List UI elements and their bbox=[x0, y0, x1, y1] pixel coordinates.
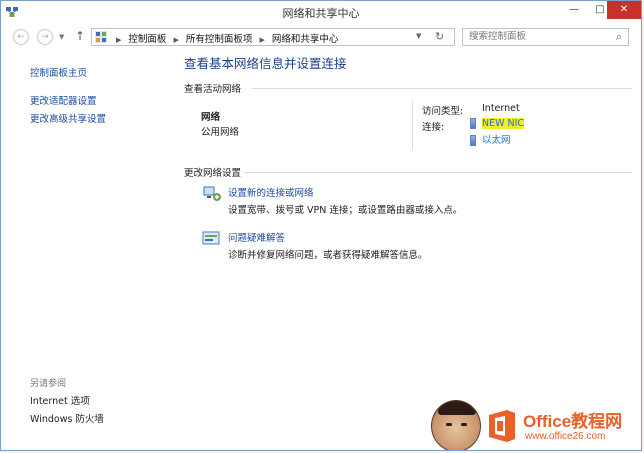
access-type-value: Internet bbox=[482, 103, 520, 114]
address-bar: ← → ▼ ↑ ▶ 控制面板 ▶ 所有控制面板项 ▶ 网络和共享中心 ▼ ↻ 搜… bbox=[1, 25, 641, 49]
avatar bbox=[431, 400, 481, 450]
watermark-title: Office教程网 bbox=[523, 412, 623, 431]
access-type-label: 访问类型: bbox=[422, 106, 464, 117]
chevron-down-icon: ▼ bbox=[59, 33, 65, 41]
setup-connection-link[interactable]: 设置新的连接或网络 bbox=[228, 185, 314, 199]
window-title: 网络和共享中心 bbox=[282, 7, 360, 20]
forward-button[interactable]: → bbox=[37, 29, 53, 45]
search-box: ⌕ bbox=[462, 28, 629, 46]
watermark-url: www.office26.com bbox=[525, 431, 606, 442]
watermark: Office教程网 www.office26.com bbox=[431, 399, 641, 450]
chevron-right-icon: ▶ bbox=[116, 36, 122, 44]
troubleshoot-desc: 诊断并修复网络问题，或者获得疑难解答信息。 bbox=[228, 250, 428, 261]
window: 网络和共享中心 — □ ✕ ← → ▼ ↑ ▶ 控制面板 ▶ 所有控制面板项 ▶… bbox=[0, 0, 642, 451]
active-networks-heading: 查看活动网络 bbox=[184, 84, 242, 95]
connection-link-new-nic[interactable]: NEW NIC bbox=[470, 118, 525, 129]
breadcrumb[interactable]: ▶ 控制面板 ▶ 所有控制面板项 ▶ 网络和共享中心 ▼ ↻ bbox=[91, 28, 455, 46]
breadcrumb-path: ▶ 控制面板 ▶ 所有控制面板项 ▶ 网络和共享中心 bbox=[112, 31, 338, 45]
setup-connection-desc: 设置宽带、拨号或 VPN 连接；或设置路由器或接入点。 bbox=[228, 205, 463, 216]
divider bbox=[244, 172, 632, 173]
ethernet-icon bbox=[470, 118, 476, 129]
sidebar-item-control-panel-home[interactable]: 控制面板主页 bbox=[30, 65, 87, 79]
minimize-button[interactable]: — bbox=[561, 1, 587, 19]
network-type: 公用网络 bbox=[201, 127, 240, 138]
ethernet-icon bbox=[470, 135, 476, 146]
chevron-right-icon[interactable]: ▶ bbox=[173, 36, 178, 44]
see-also-heading: 另请参阅 bbox=[30, 379, 67, 389]
main-content: 查看基本网络信息并设置连接 查看活动网络 网络 公用网络 访问类型: Inter… bbox=[184, 51, 634, 450]
divider bbox=[412, 101, 413, 149]
up-button[interactable]: ↑ bbox=[75, 29, 85, 43]
title-bar: 网络和共享中心 — □ ✕ bbox=[1, 1, 641, 23]
chevron-down-icon: ▼ bbox=[416, 32, 422, 40]
arrow-right-icon: → bbox=[41, 32, 49, 42]
address-dropdown[interactable]: ▼ bbox=[416, 32, 421, 40]
refresh-button[interactable]: ↻ bbox=[435, 30, 444, 43]
network-name: 网络 bbox=[201, 112, 221, 123]
connection-name[interactable]: 以太网 bbox=[482, 135, 511, 146]
breadcrumb-item-control-panel[interactable]: 控制面板 bbox=[128, 34, 166, 45]
chevron-right-icon[interactable]: ▶ bbox=[259, 36, 264, 44]
arrow-up-icon: ↑ bbox=[75, 29, 86, 43]
connection-name[interactable]: NEW NIC bbox=[482, 118, 525, 129]
arrow-left-icon: ← bbox=[17, 32, 25, 42]
sidebar-item-adapter-settings[interactable]: 更改适配器设置 bbox=[30, 93, 97, 107]
recent-pages-dropdown[interactable]: ▼ bbox=[59, 33, 64, 41]
close-button[interactable]: ✕ bbox=[607, 1, 641, 19]
back-button[interactable]: ← bbox=[13, 29, 29, 45]
divider bbox=[252, 88, 632, 89]
breadcrumb-item-all-items[interactable]: 所有控制面板项 bbox=[186, 34, 253, 45]
troubleshoot-icon bbox=[202, 231, 220, 245]
connection-link-ethernet[interactable]: 以太网 bbox=[470, 132, 511, 146]
see-also-internet-options[interactable]: Internet 选项 bbox=[30, 393, 90, 407]
left-pane: 控制面板主页 更改适配器设置 更改高级共享设置 另请参阅 Internet 选项… bbox=[1, 51, 171, 450]
sidebar-item-advanced-sharing[interactable]: 更改高级共享设置 bbox=[30, 111, 106, 125]
refresh-icon: ↻ bbox=[435, 30, 445, 43]
breadcrumb-item-network-center[interactable]: 网络和共享中心 bbox=[272, 34, 339, 45]
network-setup-icon bbox=[203, 186, 221, 201]
office-logo-icon bbox=[489, 410, 515, 442]
control-panel-icon bbox=[95, 31, 107, 43]
search-icon[interactable]: ⌕ bbox=[616, 30, 622, 44]
see-also-windows-firewall[interactable]: Windows 防火墙 bbox=[30, 411, 104, 425]
change-settings-heading: 更改网络设置 bbox=[184, 168, 242, 179]
page-title: 查看基本网络信息并设置连接 bbox=[184, 56, 347, 71]
troubleshoot-link[interactable]: 问题疑难解答 bbox=[228, 230, 285, 244]
search-input[interactable] bbox=[469, 31, 609, 42]
connections-label: 连接: bbox=[422, 122, 445, 133]
